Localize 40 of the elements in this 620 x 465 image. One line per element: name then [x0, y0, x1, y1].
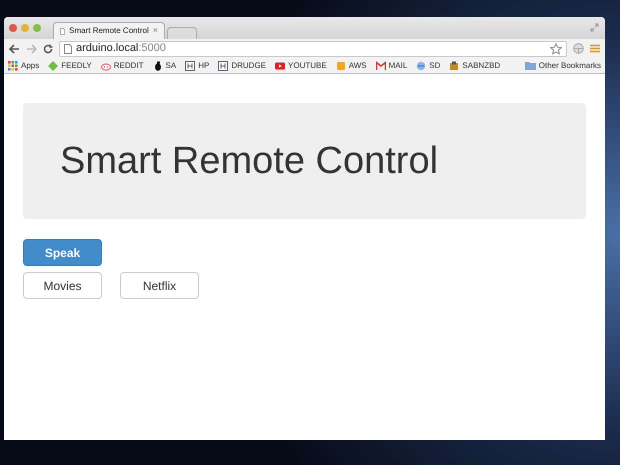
- bookmark-item[interactable]: Apps: [8, 60, 40, 72]
- folder-icon: [524, 61, 536, 70]
- apps-grid-icon: [8, 60, 18, 70]
- fullscreen-icon[interactable]: [590, 23, 599, 32]
- menu-icon[interactable]: [590, 44, 600, 53]
- bookmark-item[interactable]: AWS: [336, 60, 367, 72]
- speak-button[interactable]: Speak: [23, 239, 102, 266]
- play-icon: [275, 60, 286, 70]
- url-text: arduino.local:5000: [76, 43, 166, 54]
- bookmark-item[interactable]: DRUDGE: [218, 60, 266, 72]
- bookmark-item[interactable]: REDDIT: [100, 60, 144, 72]
- star-icon[interactable]: [550, 42, 562, 54]
- letter-h-icon: [185, 60, 196, 70]
- remote-button[interactable]: Netflix: [120, 272, 199, 299]
- zoom-window-icon[interactable]: [33, 24, 41, 32]
- close-window-icon[interactable]: [9, 24, 17, 32]
- bookmark-item[interactable]: SD: [416, 60, 440, 72]
- browser-tab[interactable]: [167, 27, 197, 39]
- grenade-icon: [152, 60, 163, 70]
- minimize-window-icon[interactable]: [21, 24, 29, 32]
- bookmark-item[interactable]: FEEDLY: [48, 60, 92, 72]
- diamond-icon: [48, 60, 58, 70]
- browser-tab[interactable]: Smart Remote Control ×: [53, 22, 165, 39]
- forward-arrow-icon[interactable]: [26, 44, 37, 54]
- bookmark-item[interactable]: HP: [185, 60, 210, 72]
- box-icon: [449, 60, 460, 70]
- letter-m-icon: [376, 60, 386, 70]
- extension-icon[interactable]: [573, 43, 584, 54]
- bookmark-item[interactable]: SABNZBD: [449, 60, 500, 72]
- other-bookmarks[interactable]: Other Bookmarks: [524, 60, 601, 72]
- back-arrow-icon[interactable]: [9, 44, 20, 54]
- tab-title: Smart Remote Control: [69, 25, 149, 37]
- bookmark-item[interactable]: SA: [152, 60, 176, 72]
- bookmark-item[interactable]: YOUTUBE: [275, 60, 327, 72]
- remote-button[interactable]: Movies: [23, 272, 102, 299]
- reload-icon[interactable]: [43, 44, 53, 54]
- letter-h-icon: [218, 60, 228, 70]
- page-heading: Smart Remote Control: [60, 142, 438, 180]
- address-field[interactable]: arduino.local:5000: [59, 40, 567, 56]
- bookmark-item[interactable]: MAIL: [376, 60, 408, 72]
